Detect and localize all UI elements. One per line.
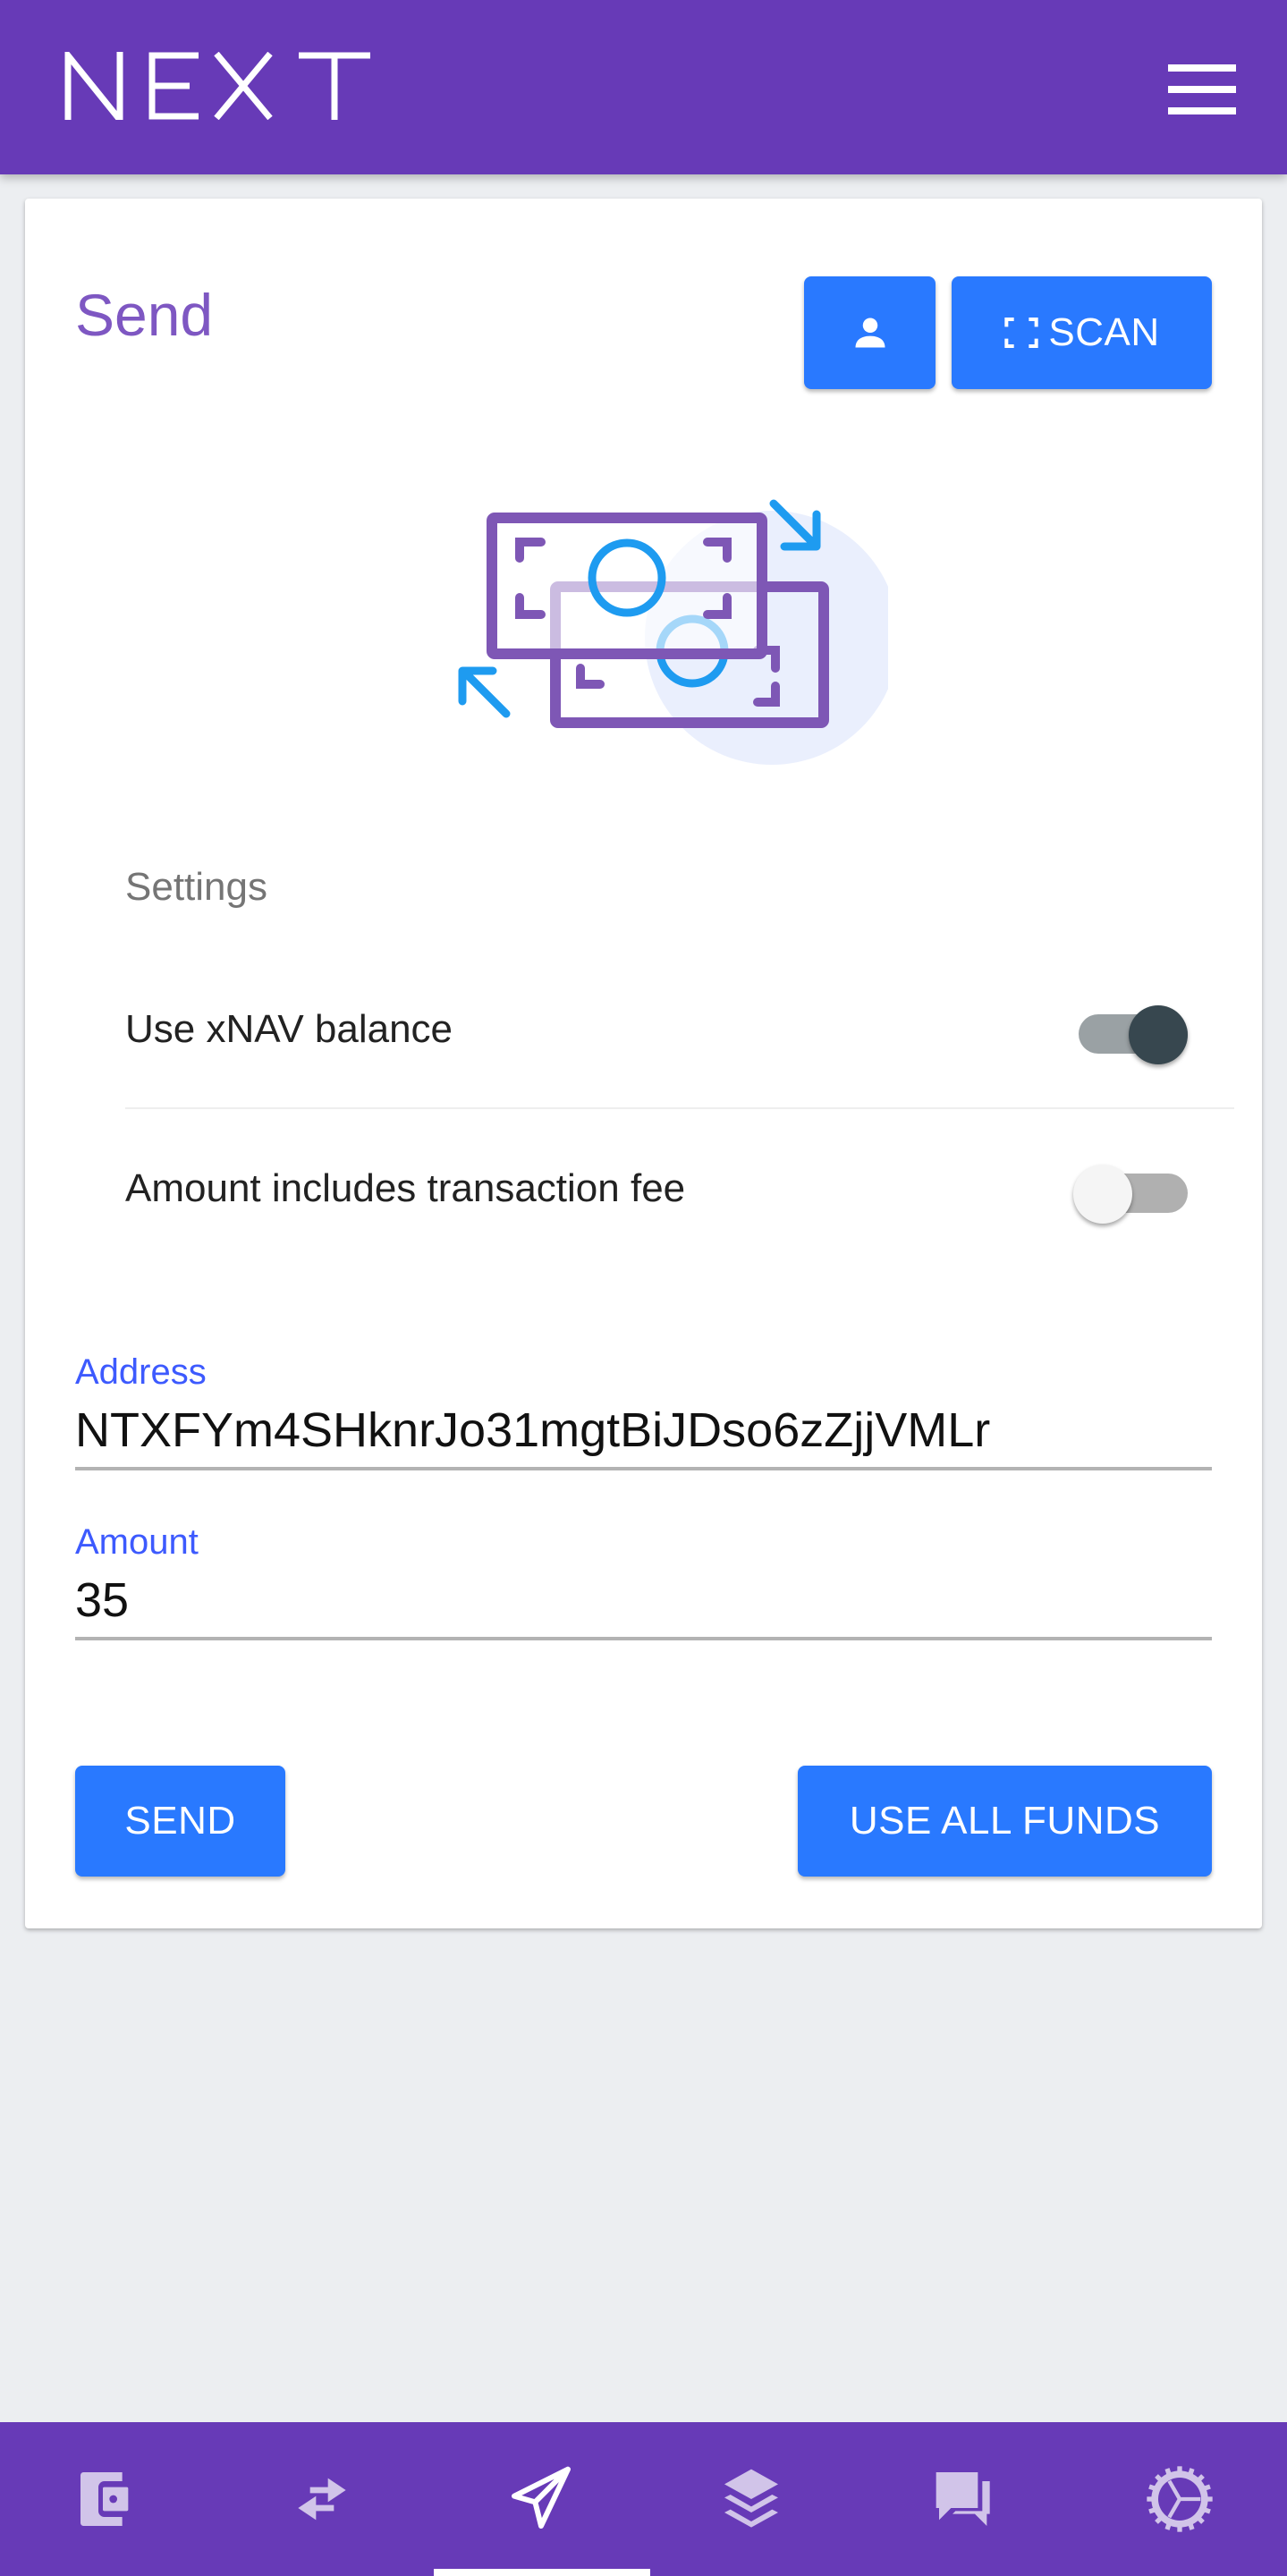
setting-use-xnav-balance: Use xNAV balance <box>125 952 1234 1109</box>
address-label: Address <box>75 1352 207 1392</box>
nav-item-wallet[interactable] <box>0 2422 215 2576</box>
amount-input[interactable] <box>75 1567 1212 1640</box>
swap-arrows-icon <box>298 2478 346 2521</box>
settings-heading: Settings <box>125 865 267 909</box>
scan-frame-icon <box>1004 318 1039 348</box>
nav-item-staking[interactable] <box>644 2422 859 2576</box>
use-all-funds-button[interactable]: USE ALL FUNDS <box>798 1766 1212 1877</box>
menu-button[interactable] <box>1163 61 1238 118</box>
active-tab-indicator <box>434 2569 650 2576</box>
scan-button[interactable]: SCAN <box>952 276 1212 389</box>
layers-icon <box>724 2469 778 2528</box>
amount-field: Amount <box>75 1522 1212 1640</box>
top-app-bar: NEXT <box>0 0 1287 174</box>
page-title: Send <box>75 282 214 348</box>
nav-item-send[interactable] <box>434 2422 648 2576</box>
paper-plane-icon <box>512 2466 571 2529</box>
next-logo: NEXT <box>64 52 370 120</box>
nav-item-community[interactable] <box>859 2422 1073 2576</box>
address-book-button[interactable] <box>804 276 936 389</box>
setting-label: Amount includes transaction fee <box>125 1166 686 1210</box>
bottom-navigation <box>0 2422 1287 2576</box>
use-xnav-balance-toggle[interactable] <box>1073 995 1190 1066</box>
gear-icon <box>1147 2466 1213 2532</box>
address-field: Address <box>75 1352 1212 1470</box>
send-button[interactable]: SEND <box>75 1766 285 1877</box>
amount-includes-fee-toggle[interactable] <box>1073 1154 1190 1225</box>
nav-item-settings[interactable] <box>1072 2422 1287 2576</box>
chat-bubbles-icon <box>936 2472 990 2526</box>
scan-button-label: SCAN <box>1048 310 1160 354</box>
person-icon <box>855 318 885 348</box>
send-card: Send SCAN Settings Use xNAV balance Amou… <box>25 199 1262 1928</box>
front-banknote <box>487 513 767 659</box>
money-transfer-illustration <box>458 499 888 765</box>
amount-label: Amount <box>75 1522 199 1562</box>
nav-item-swap[interactable] <box>215 2422 429 2576</box>
hamburger-menu-icon <box>1168 64 1236 72</box>
setting-label: Use xNAV balance <box>125 1007 453 1051</box>
wallet-icon <box>80 2472 129 2526</box>
setting-amount-includes-fee: Amount includes transaction fee <box>125 1111 1234 1268</box>
address-input[interactable] <box>75 1397 1212 1470</box>
